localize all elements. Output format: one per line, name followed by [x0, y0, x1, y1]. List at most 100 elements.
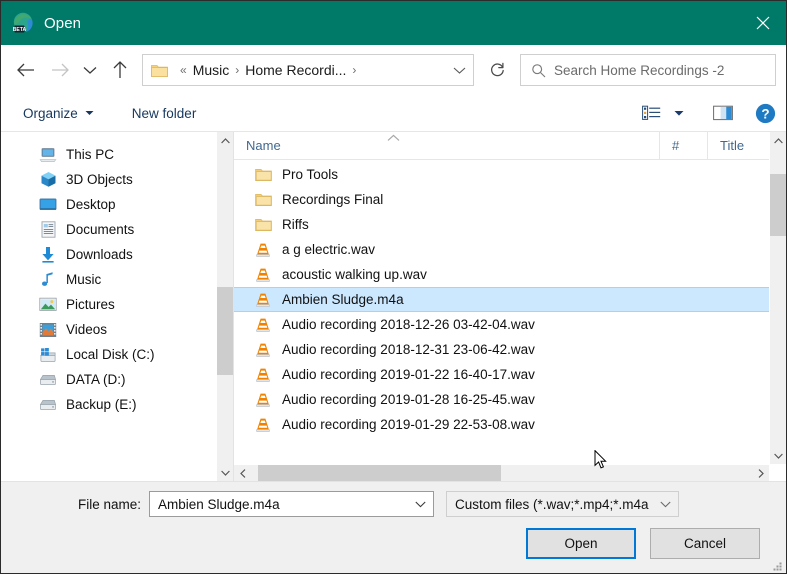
- chevron-down-icon[interactable]: [415, 492, 426, 516]
- search-box[interactable]: Search Home Recordings -2: [520, 54, 776, 86]
- scroll-down-icon[interactable]: [217, 464, 233, 481]
- file-name: Audio recording 2018-12-26 03-42-04.wav: [282, 317, 535, 332]
- sidebar-item-music[interactable]: Music: [1, 267, 233, 292]
- view-layout-icon[interactable]: [636, 99, 666, 127]
- chevron-down-icon[interactable]: [660, 492, 671, 516]
- search-input[interactable]: Search Home Recordings -2: [554, 63, 724, 78]
- downloads-icon: [39, 246, 57, 264]
- sidebar-label: Downloads: [66, 246, 133, 262]
- table-row[interactable]: Audio recording 2018-12-31 23-06-42.wav: [234, 337, 769, 362]
- file-list-vertical-scrollbar[interactable]: [769, 132, 786, 481]
- command-bar: Organize New folder ?: [1, 95, 786, 132]
- recent-locations-button[interactable]: [77, 53, 103, 87]
- address-bar[interactable]: « Music › Home Recordi... ›: [142, 54, 474, 86]
- breadcrumb-item-home-recordings[interactable]: Home Recordi...: [245, 62, 346, 78]
- table-row[interactable]: Riffs: [234, 212, 769, 237]
- table-row[interactable]: Audio recording 2019-01-28 16-25-45.wav: [234, 387, 769, 412]
- open-label: Open: [564, 536, 598, 551]
- close-button[interactable]: [740, 1, 786, 45]
- new-folder-label: New folder: [131, 105, 197, 121]
- vlc-icon: [254, 366, 272, 384]
- column-label: #: [672, 138, 680, 153]
- back-button[interactable]: [9, 53, 43, 87]
- breadcrumb-overflow[interactable]: «: [174, 64, 193, 76]
- table-row[interactable]: a g electric.wav: [234, 237, 769, 262]
- scroll-down-icon[interactable]: [770, 447, 786, 464]
- address-dropdown-icon[interactable]: [445, 55, 473, 85]
- vlc-icon: [254, 391, 272, 409]
- scroll-up-icon[interactable]: [217, 132, 233, 149]
- navigation-pane-list: This PC 3D Objects Desktop Documents Dow…: [1, 132, 233, 417]
- horizontal-scroll-thumb[interactable]: [258, 465, 501, 481]
- file-name: Audio recording 2019-01-28 16-25-45.wav: [282, 392, 535, 407]
- column-header-name[interactable]: Name: [234, 132, 659, 159]
- vlc-icon: [254, 291, 272, 309]
- preview-pane-icon[interactable]: [708, 99, 738, 127]
- filename-label: File name:: [77, 496, 141, 512]
- filename-input[interactable]: Ambien Sludge.m4a: [149, 491, 434, 517]
- table-row[interactable]: Pro Tools: [234, 162, 769, 187]
- table-row[interactable]: Audio recording 2019-01-22 16-40-17.wav: [234, 362, 769, 387]
- table-row[interactable]: Audio recording 2018-12-26 03-42-04.wav: [234, 312, 769, 337]
- sidebar-item-videos[interactable]: Videos: [1, 317, 233, 342]
- new-folder-button[interactable]: New folder: [124, 102, 205, 125]
- table-row[interactable]: acoustic walking up.wav: [234, 262, 769, 287]
- table-row[interactable]: Recordings Final: [234, 187, 769, 212]
- open-button[interactable]: Open: [526, 528, 636, 559]
- vlc-icon: [254, 416, 272, 434]
- navigation-scroll-track[interactable]: [217, 149, 233, 464]
- file-name: Pro Tools: [282, 167, 339, 182]
- breadcrumb-item-music[interactable]: Music: [193, 62, 230, 78]
- system-drive-icon: [39, 346, 57, 364]
- file-name: Recordings Final: [282, 192, 384, 207]
- 3d-objects-icon: [39, 171, 57, 189]
- scroll-up-icon[interactable]: [770, 132, 786, 149]
- table-row[interactable]: Audio recording 2019-01-29 22-53-08.wav: [234, 412, 769, 437]
- refresh-button[interactable]: [480, 54, 514, 86]
- navigation-scroll-thumb[interactable]: [217, 287, 233, 375]
- videos-icon: [39, 321, 57, 339]
- sidebar-item-documents[interactable]: Documents: [1, 217, 233, 242]
- scroll-right-icon[interactable]: [752, 465, 769, 481]
- sidebar-item-3d-objects[interactable]: 3D Objects: [1, 167, 233, 192]
- dialog-footer: File name: Ambien Sludge.m4a Custom file…: [1, 481, 786, 573]
- column-header-title[interactable]: Title: [707, 132, 769, 159]
- file-rows-viewport: Pro Tools Recordings Final Riffs a g ele…: [234, 160, 786, 464]
- forward-button[interactable]: [43, 53, 77, 87]
- sidebar-item-local-disk-c[interactable]: Local Disk (C:): [1, 342, 233, 367]
- breadcrumb-separator-end[interactable]: ›: [346, 64, 362, 76]
- content-panes: This PC 3D Objects Desktop Documents Dow…: [1, 132, 786, 481]
- sidebar-label: Pictures: [66, 296, 115, 312]
- sidebar-item-downloads[interactable]: Downloads: [1, 242, 233, 267]
- svg-text:?: ?: [761, 106, 769, 121]
- file-type-filter-dropdown[interactable]: Custom files (*.wav;*.mp4;*.m4a: [446, 491, 679, 517]
- vertical-scroll-thumb[interactable]: [770, 174, 786, 236]
- sidebar-item-this-pc[interactable]: This PC: [1, 142, 233, 167]
- dialog-buttons: Open Cancel: [526, 528, 760, 559]
- vertical-scroll-track[interactable]: [770, 149, 786, 447]
- breadcrumb-separator[interactable]: ›: [229, 64, 245, 76]
- svg-text:BETA: BETA: [13, 27, 27, 33]
- table-row-selected[interactable]: Ambien Sludge.m4a: [234, 287, 769, 312]
- drive-icon: [39, 396, 57, 414]
- edge-beta-icon: BETA: [12, 12, 34, 34]
- help-icon[interactable]: ?: [752, 99, 778, 127]
- sidebar-item-desktop[interactable]: Desktop: [1, 192, 233, 217]
- cancel-button[interactable]: Cancel: [650, 528, 760, 559]
- file-list-horizontal-scrollbar[interactable]: [234, 464, 769, 481]
- view-dropdown-icon[interactable]: [666, 99, 692, 127]
- sidebar-item-pictures[interactable]: Pictures: [1, 292, 233, 317]
- up-button[interactable]: [103, 53, 137, 87]
- file-name: Audio recording 2019-01-22 16-40-17.wav: [282, 367, 535, 382]
- column-header-track-number[interactable]: #: [659, 132, 707, 159]
- file-name: Riffs: [282, 217, 309, 232]
- scroll-left-icon[interactable]: [234, 465, 251, 481]
- sidebar-item-data-d[interactable]: DATA (D:): [1, 367, 233, 392]
- sidebar-item-backup-e[interactable]: Backup (E:): [1, 392, 233, 417]
- folder-icon: [254, 191, 272, 209]
- navigation-pane-scrollbar[interactable]: [216, 132, 233, 481]
- organize-button[interactable]: Organize: [15, 102, 102, 125]
- sidebar-label: DATA (D:): [66, 371, 126, 387]
- computer-icon: [39, 146, 57, 164]
- resize-grip[interactable]: [771, 559, 783, 571]
